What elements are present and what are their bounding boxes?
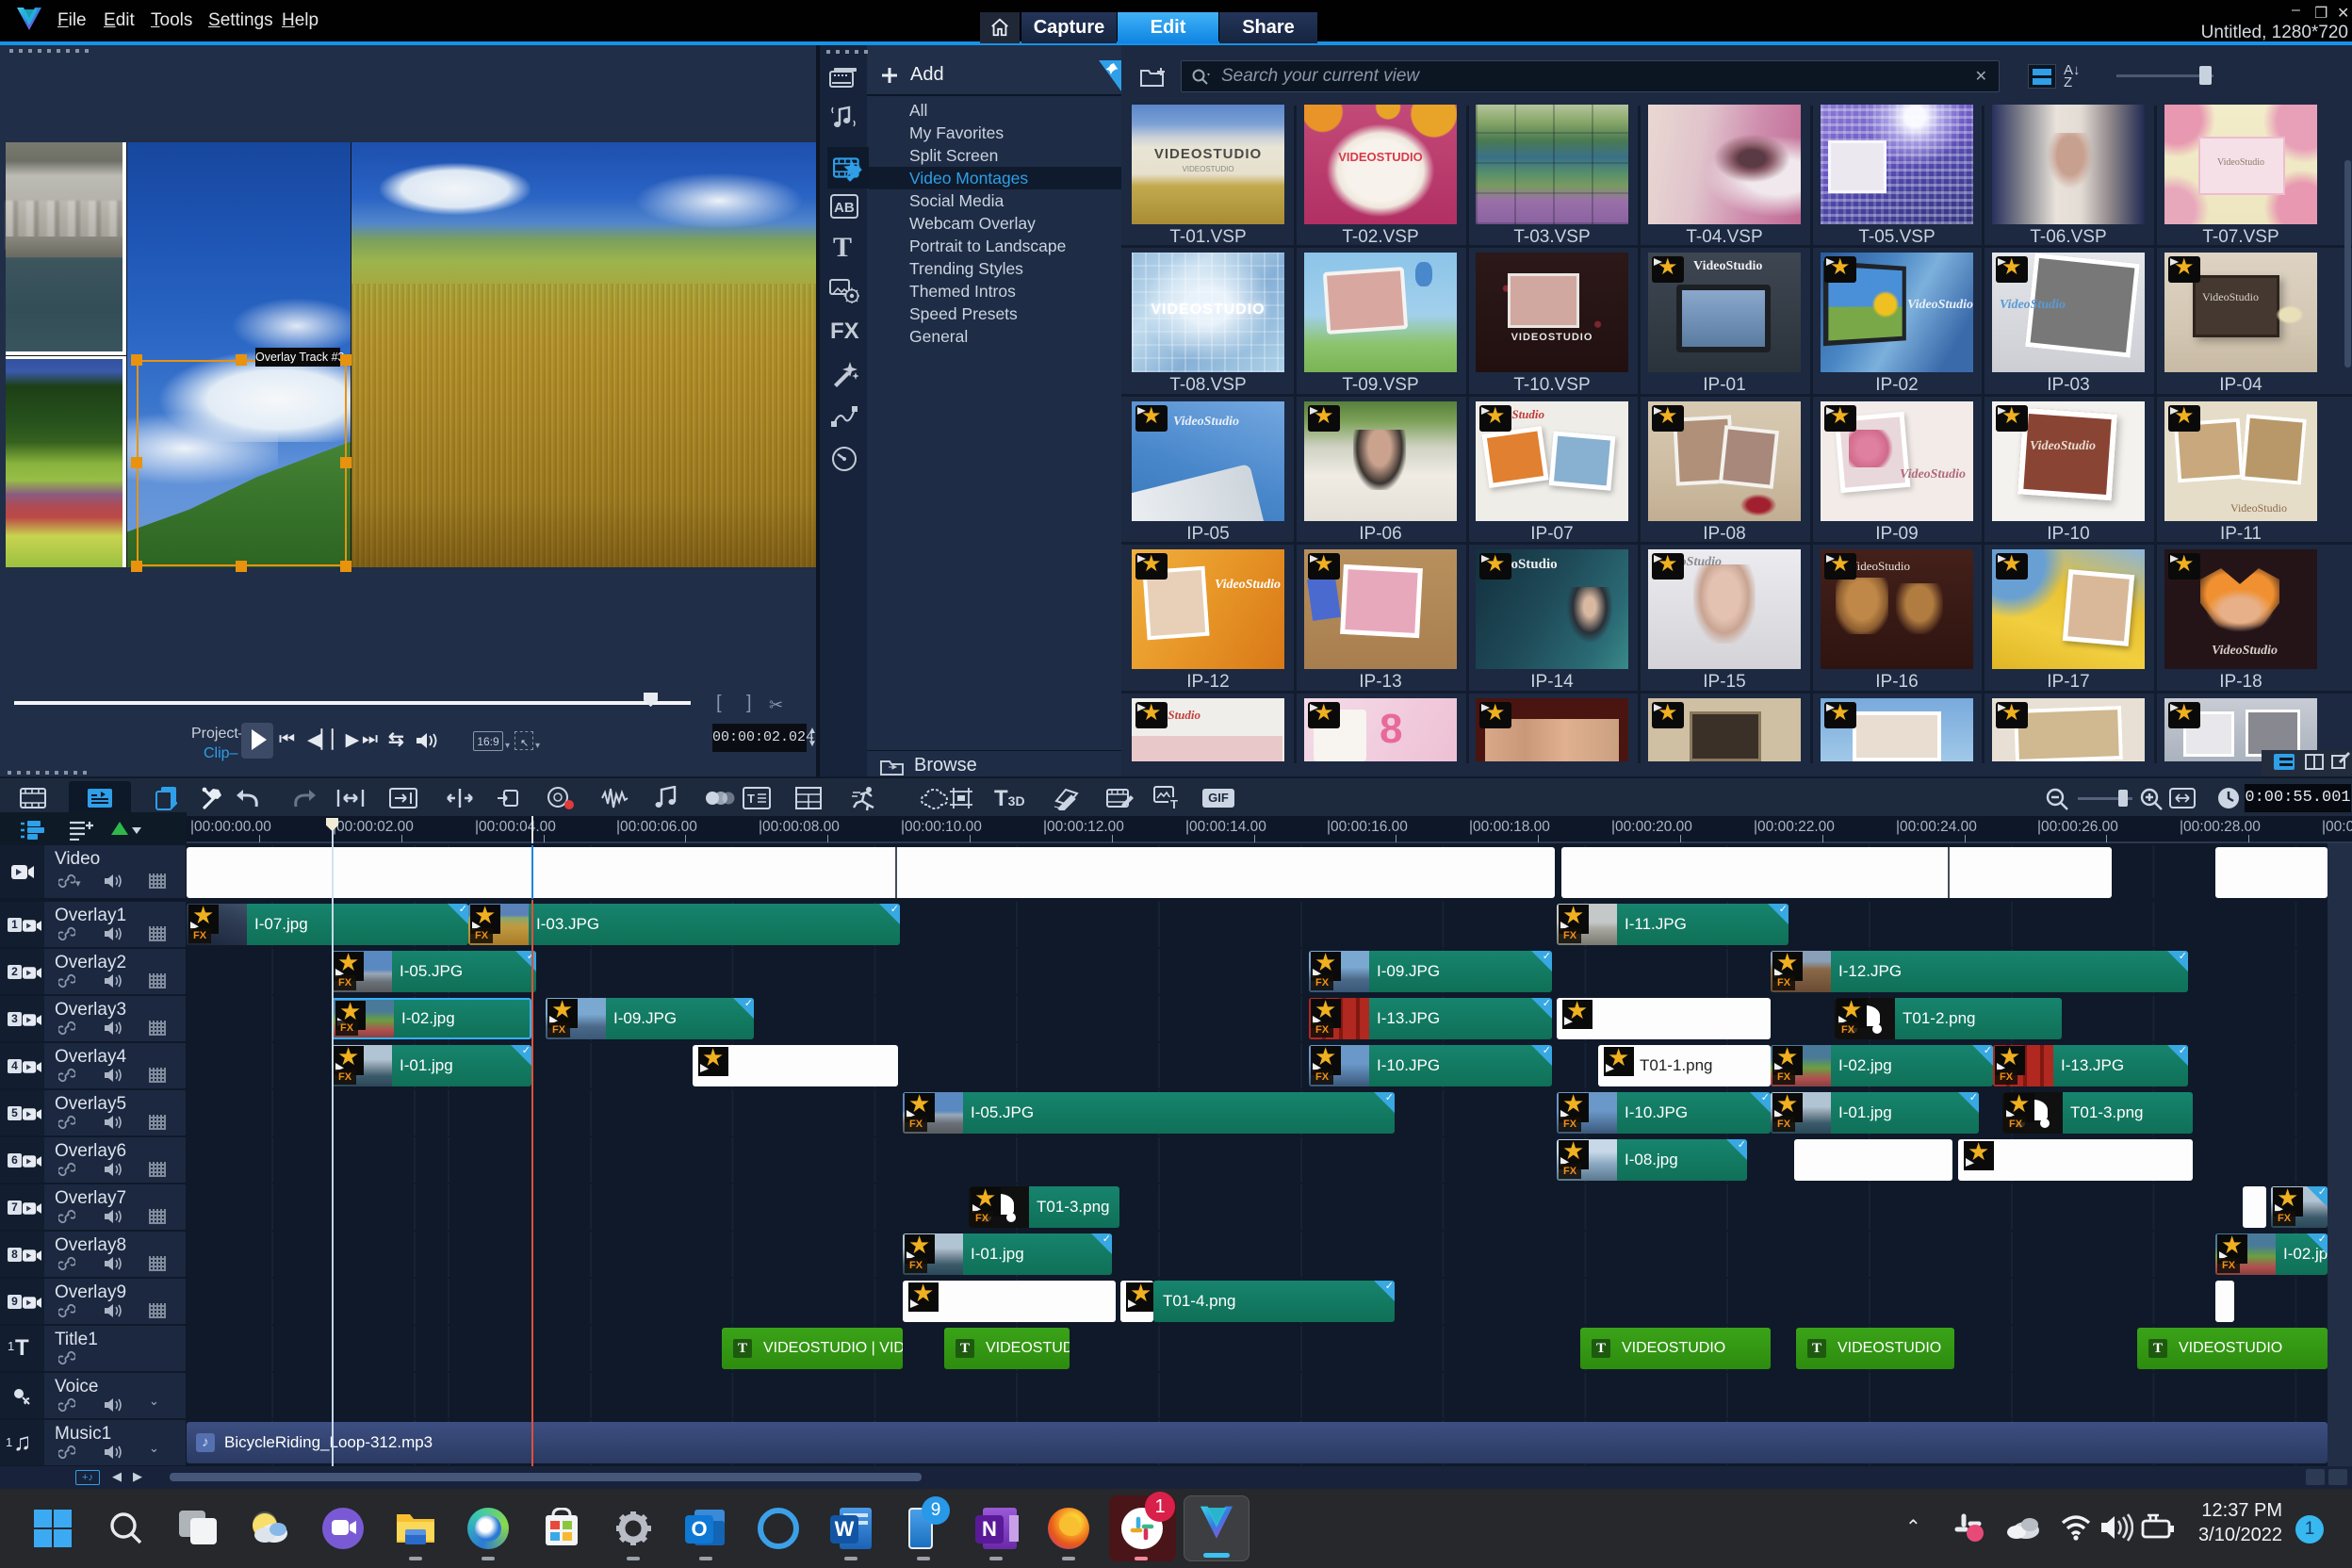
svg-text:T: T	[747, 792, 755, 806]
svg-text:T: T	[1170, 797, 1178, 810]
svg-text:AB: AB	[834, 200, 855, 216]
